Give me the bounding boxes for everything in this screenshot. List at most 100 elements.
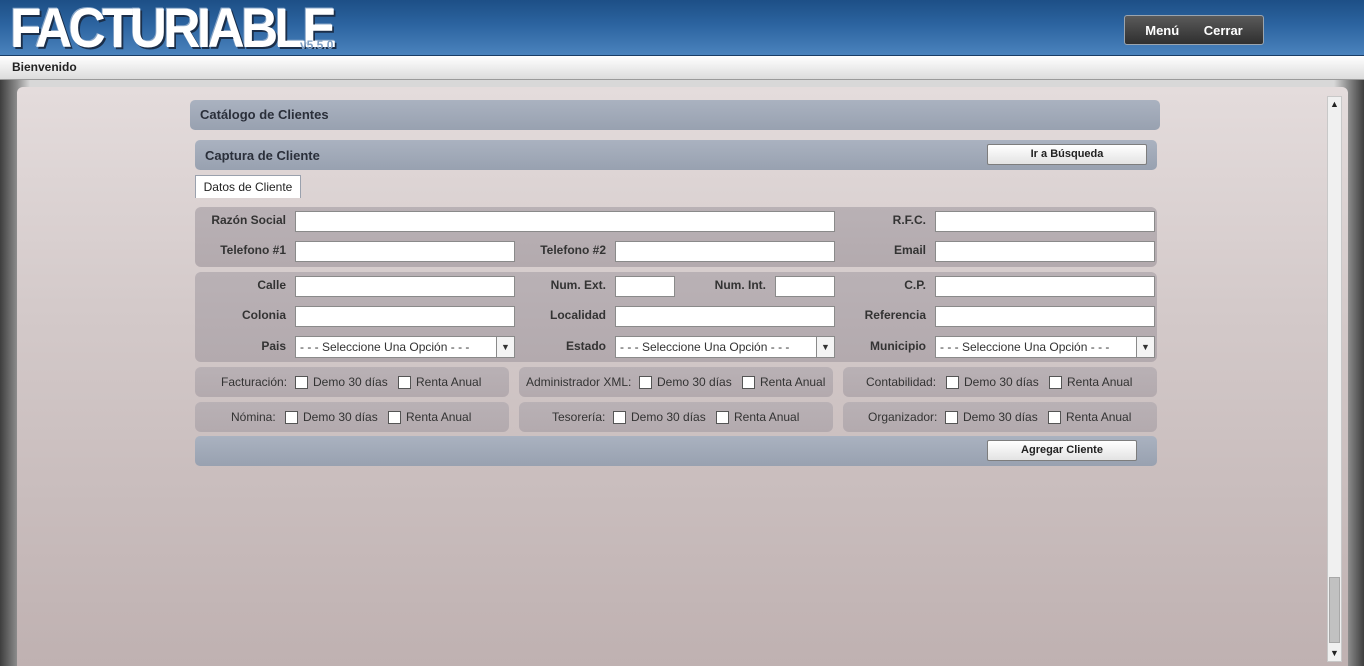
- municipio-selected-value: - - - Seleccione Una Opción - - -: [940, 340, 1110, 354]
- facturacion-renta-option[interactable]: Renta Anual: [398, 375, 481, 389]
- estado-select[interactable]: - - - Seleccione Una Opción - - - ▼: [615, 336, 835, 358]
- administrador-xml-label: Administrador XML:: [526, 375, 632, 389]
- organizador-label: Organizador:: [868, 410, 938, 424]
- email-input[interactable]: [935, 241, 1155, 262]
- municipio-select[interactable]: - - - Seleccione Una Opción - - - ▼: [935, 336, 1155, 358]
- pais-select[interactable]: - - - Seleccione Una Opción - - - ▼: [295, 336, 515, 358]
- organizador-demo-option[interactable]: Demo 30 días: [945, 410, 1038, 424]
- add-client-button[interactable]: Agregar Cliente: [987, 440, 1137, 461]
- welcome-bar: Bienvenido: [0, 56, 1364, 80]
- renta-label: Renta Anual: [760, 375, 826, 389]
- checkbox[interactable]: [285, 410, 298, 424]
- app-logo: FACTURIABLE: [10, 0, 337, 59]
- facturacion-label: Facturación:: [221, 375, 288, 389]
- renta-label: Renta Anual: [734, 410, 800, 424]
- top-menu: Menú Cerrar: [1124, 15, 1264, 45]
- estado-selected-value: - - - Seleccione Una Opción - - -: [620, 340, 790, 354]
- demo-label: Demo 30 días: [313, 375, 388, 389]
- checkbox[interactable]: [295, 375, 308, 389]
- checkbox[interactable]: [1049, 375, 1062, 389]
- municipio-label: Municipio: [870, 339, 926, 353]
- referencia-label: Referencia: [864, 308, 926, 322]
- top-header: FACTURIABLE v5.5.0 Menú Cerrar: [0, 0, 1364, 56]
- catalog-title-bar: [190, 100, 1160, 130]
- localidad-label: Localidad: [549, 308, 606, 322]
- administrador-xml-renta-option[interactable]: Renta Anual: [742, 375, 825, 389]
- demo-label: Demo 30 días: [964, 375, 1039, 389]
- telefono2-label: Telefono #2: [540, 243, 606, 257]
- checkbox[interactable]: [1048, 410, 1061, 424]
- administrador-xml-demo-option[interactable]: Demo 30 días: [639, 375, 732, 389]
- capture-title: Captura de Cliente: [205, 148, 320, 163]
- close-button[interactable]: Cerrar: [1204, 23, 1243, 38]
- chevron-down-icon[interactable]: ▼: [496, 337, 514, 357]
- go-to-search-button[interactable]: Ir a Búsqueda: [987, 144, 1147, 165]
- checkbox[interactable]: [946, 375, 959, 389]
- nomina-group: Nómina: Demo 30 días Renta Anual: [195, 402, 509, 432]
- renta-label: Renta Anual: [1066, 410, 1132, 424]
- pais-selected-value: - - - Seleccione Una Opción - - -: [300, 340, 470, 354]
- checkbox[interactable]: [639, 375, 652, 389]
- demo-label: Demo 30 días: [303, 410, 378, 424]
- welcome-text: Bienvenido: [12, 60, 77, 74]
- scroll-thumb[interactable]: [1329, 577, 1340, 643]
- vertical-scrollbar[interactable]: ▲ ▼: [1327, 96, 1342, 662]
- facturacion-demo-option[interactable]: Demo 30 días: [295, 375, 388, 389]
- referencia-input[interactable]: [935, 306, 1155, 327]
- scroll-up-arrow-icon[interactable]: ▲: [1328, 97, 1341, 112]
- contabilidad-label: Contabilidad:: [866, 375, 937, 389]
- telefono2-input[interactable]: [615, 241, 835, 262]
- tesoreria-label: Tesorería:: [552, 410, 606, 424]
- contabilidad-renta-option[interactable]: Renta Anual: [1049, 375, 1132, 389]
- checkbox[interactable]: [398, 375, 411, 389]
- email-label: Email: [893, 243, 926, 257]
- cp-input[interactable]: [935, 276, 1155, 297]
- checkbox[interactable]: [742, 375, 755, 389]
- tab-client-data[interactable]: Datos de Cliente: [195, 175, 301, 198]
- nomina-renta-option[interactable]: Renta Anual: [388, 410, 471, 424]
- tesoreria-demo-option[interactable]: Demo 30 días: [613, 410, 706, 424]
- nomina-label: Nómina:: [231, 410, 276, 424]
- demo-label: Demo 30 días: [631, 410, 706, 424]
- cp-label: C.P.: [904, 278, 926, 292]
- nomina-demo-option[interactable]: Demo 30 días: [285, 410, 378, 424]
- telefono1-label: Telefono #1: [220, 243, 286, 257]
- checkbox[interactable]: [388, 410, 401, 424]
- scroll-down-arrow-icon[interactable]: ▼: [1328, 646, 1341, 661]
- tesoreria-renta-option[interactable]: Renta Anual: [716, 410, 799, 424]
- colonia-input[interactable]: [295, 306, 515, 327]
- contabilidad-demo-option[interactable]: Demo 30 días: [946, 375, 1039, 389]
- checkbox[interactable]: [716, 410, 729, 424]
- checkbox[interactable]: [613, 410, 626, 424]
- estado-label: Estado: [565, 339, 606, 353]
- chevron-down-icon[interactable]: ▼: [816, 337, 834, 357]
- num-ext-input[interactable]: [615, 276, 675, 297]
- administrador-xml-group: Administrador XML: Demo 30 días Renta An…: [519, 367, 833, 397]
- calle-label: Calle: [257, 278, 286, 292]
- chevron-down-icon[interactable]: ▼: [1136, 337, 1154, 357]
- rfc-input[interactable]: [935, 211, 1155, 232]
- demo-label: Demo 30 días: [657, 375, 732, 389]
- rfc-label: R.F.C.: [892, 213, 926, 227]
- colonia-label: Colonia: [242, 308, 286, 322]
- num-ext-label: Num. Ext.: [550, 278, 606, 292]
- renta-label: Renta Anual: [1067, 375, 1133, 389]
- pais-label: Pais: [261, 339, 286, 353]
- organizador-group: Organizador: Demo 30 días Renta Anual: [843, 402, 1157, 432]
- organizador-renta-option[interactable]: Renta Anual: [1048, 410, 1131, 424]
- localidad-input[interactable]: [615, 306, 835, 327]
- checkbox[interactable]: [945, 410, 958, 424]
- menu-button[interactable]: Menú: [1145, 23, 1179, 38]
- demo-label: Demo 30 días: [963, 410, 1038, 424]
- facturacion-group: Facturación: Demo 30 días Renta Anual: [195, 367, 509, 397]
- app-version: v5.5.0: [300, 38, 334, 52]
- razon-social-input[interactable]: [295, 211, 835, 232]
- tesoreria-group: Tesorería: Demo 30 días Renta Anual: [519, 402, 833, 432]
- renta-label: Renta Anual: [406, 410, 472, 424]
- razon-social-label: Razón Social: [211, 213, 286, 227]
- calle-input[interactable]: [295, 276, 515, 297]
- num-int-input[interactable]: [775, 276, 835, 297]
- contabilidad-group: Contabilidad: Demo 30 días Renta Anual: [843, 367, 1157, 397]
- catalog-title: Catálogo de Clientes: [200, 107, 329, 122]
- telefono1-input[interactable]: [295, 241, 515, 262]
